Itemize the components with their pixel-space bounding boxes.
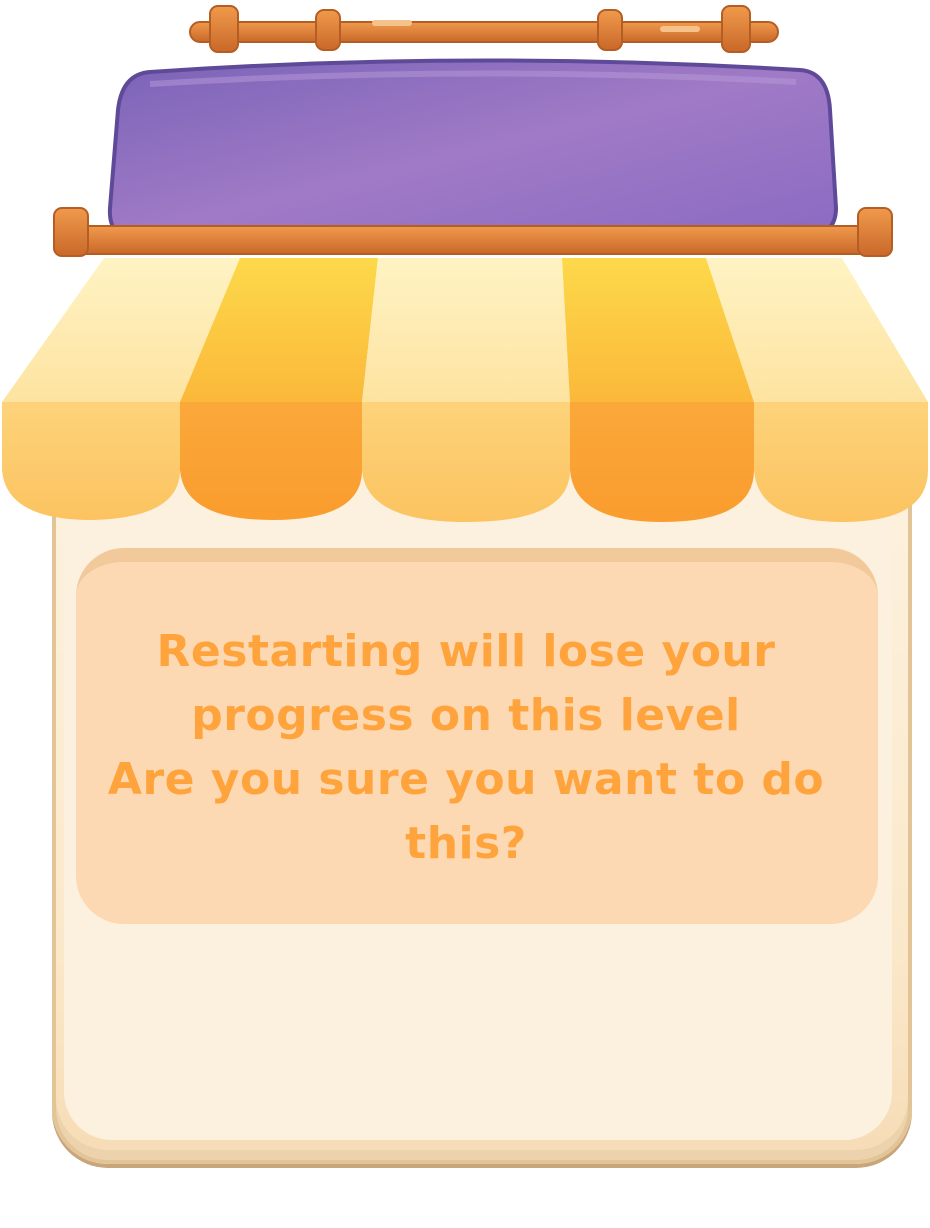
message-line-4: this?: [405, 818, 527, 869]
shop-header-art: [2, 5, 928, 522]
message-line-2: progress on this level: [191, 690, 741, 741]
message-line-3: Are you sure you want to do: [107, 754, 825, 805]
awning-valance: [2, 402, 928, 522]
confirm-message: Restarting will lose your progress on th…: [96, 620, 836, 876]
restart-confirm-dialog: Restarting will lose your progress on th…: [0, 0, 930, 1228]
message-line-1: Restarting will lose your: [156, 626, 776, 677]
awning-stripes: [2, 258, 928, 402]
sign-board: [107, 58, 839, 243]
hanging-rail: [189, 5, 779, 53]
